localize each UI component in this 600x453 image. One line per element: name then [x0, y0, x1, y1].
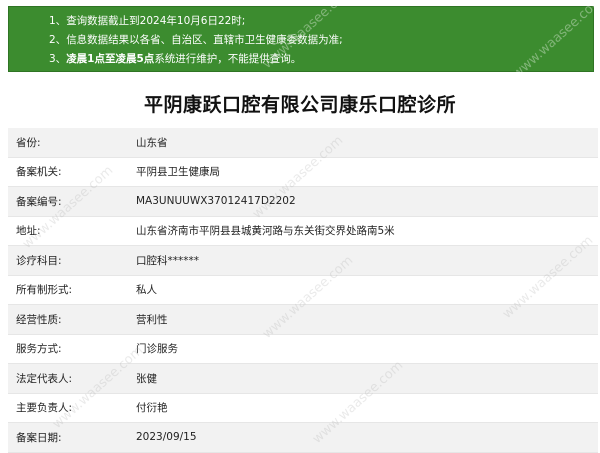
row-label: 备案日期:: [16, 431, 62, 444]
notice-line-3: 3、凌晨1点至凌晨5点系统进行维护，不能提供查询。: [49, 50, 593, 69]
table-row: 备案机关: 平阴县卫生健康局: [8, 157, 598, 187]
table-row: 备案日期: 2023/09/15: [8, 423, 598, 453]
row-value: 张健: [136, 372, 157, 385]
table-row: 省份: 山东省: [8, 128, 598, 158]
row-value: 付衍艳: [136, 402, 168, 415]
table-row: 服务方式: 门诊服务: [8, 334, 598, 364]
row-value: 山东省: [136, 136, 168, 149]
row-label: 经营性质:: [16, 313, 62, 326]
row-value: 营利性: [136, 313, 168, 326]
table-row: 地址: 山东省济南市平阴县县城黄河路与东关街交界处路南5米: [8, 216, 598, 246]
row-label: 诊疗科目:: [16, 254, 62, 267]
notice-number: 2、: [49, 34, 67, 46]
row-value: 私人: [136, 284, 157, 297]
notice-banner: 1、查询数据截止到2024年10月6日22时; 2、信息数据结果以各省、自治区、…: [8, 6, 594, 72]
notice-text: 查询数据截止到2024年10月6日22时;: [66, 15, 246, 27]
table-row: 诊疗科目: 口腔科******: [8, 246, 598, 276]
row-label: 备案编号:: [16, 195, 62, 208]
table-row: 法定代表人: 张健: [8, 364, 598, 394]
notice-line-2: 2、信息数据结果以各省、自治区、直辖市卫生健康委数据为准;: [49, 31, 593, 50]
notice-text: 系统进行维护，不能提供查询。: [154, 53, 302, 65]
row-value: MA3UNUUWX37012417D2202: [136, 195, 296, 208]
notice-bold-text: 凌晨1点至凌晨5点: [66, 53, 155, 65]
notice-number: 1、: [49, 15, 67, 27]
table-row: 所有制形式: 私人: [8, 275, 598, 305]
row-label: 备案机关:: [16, 166, 62, 179]
page-title: 平阴康跃口腔有限公司康乐口腔诊所: [143, 94, 456, 116]
row-value: 口腔科******: [136, 254, 199, 267]
row-label: 法定代表人:: [16, 372, 73, 385]
notice-number: 3、: [49, 53, 67, 65]
row-label: 主要负责人:: [16, 402, 73, 415]
info-table: 省份: 山东省 备案机关: 平阴县卫生健康局 备案编号: MA3UNUUWX37…: [8, 128, 598, 453]
row-value: 门诊服务: [136, 343, 178, 356]
row-value: 平阴县卫生健康局: [136, 166, 220, 179]
table-row: 备案编号: MA3UNUUWX37012417D2202: [8, 187, 598, 217]
row-label: 服务方式:: [16, 343, 62, 356]
row-value: 山东省济南市平阴县县城黄河路与东关街交界处路南5米: [136, 225, 395, 238]
table-row: 主要负责人: 付衍艳: [8, 393, 598, 423]
notice-text: 信息数据结果以各省、自治区、直辖市卫生健康委数据为准;: [66, 34, 343, 46]
notice-line-1: 1、查询数据截止到2024年10月6日22时;: [49, 12, 593, 31]
table-row: 经营性质: 营利性: [8, 305, 598, 335]
row-value: 2023/09/15: [136, 431, 197, 444]
row-label: 所有制形式:: [16, 284, 73, 297]
row-label: 地址:: [16, 225, 41, 238]
row-label: 省份:: [16, 136, 41, 149]
